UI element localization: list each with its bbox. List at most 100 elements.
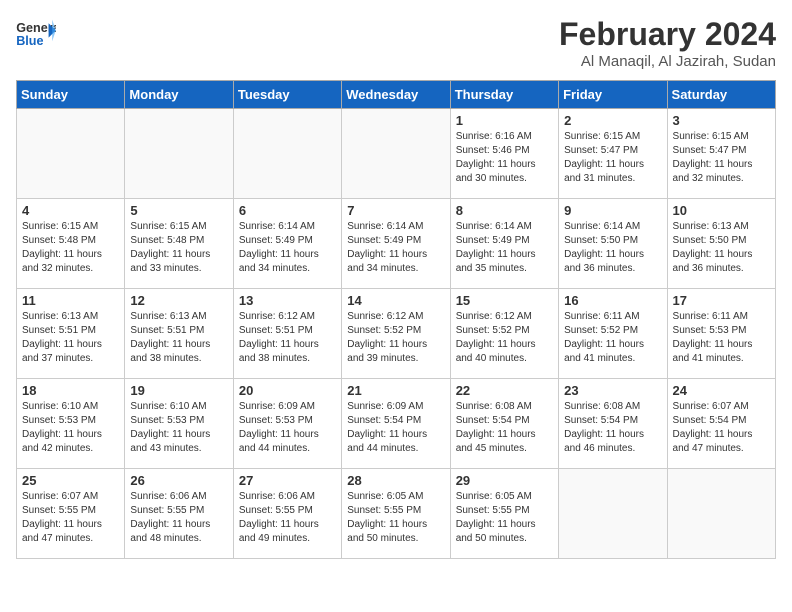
day-number: 14 xyxy=(347,293,444,308)
cell-info: Sunrise: 6:11 AM Sunset: 5:52 PM Dayligh… xyxy=(564,310,661,366)
day-number: 22 xyxy=(456,383,553,398)
day-number: 13 xyxy=(239,293,336,308)
calendar-cell: 3 Sunrise: 6:15 AM Sunset: 5:47 PM Daylig… xyxy=(667,109,775,199)
calendar-cell: 20 Sunrise: 6:09 AM Sunset: 5:53 PM Dayli… xyxy=(233,379,341,469)
calendar-cell: 13 Sunrise: 6:12 AM Sunset: 5:51 PM Dayli… xyxy=(233,289,341,379)
day-number: 2 xyxy=(564,113,661,128)
calendar-cell: 16 Sunrise: 6:11 AM Sunset: 5:52 PM Dayli… xyxy=(559,289,667,379)
day-number: 11 xyxy=(22,293,119,308)
day-number: 21 xyxy=(347,383,444,398)
cell-info: Sunrise: 6:14 AM Sunset: 5:49 PM Dayligh… xyxy=(347,220,444,276)
cell-info: Sunrise: 6:07 AM Sunset: 5:55 PM Dayligh… xyxy=(22,490,119,546)
calendar-cell: 14 Sunrise: 6:12 AM Sunset: 5:52 PM Dayli… xyxy=(342,289,450,379)
cell-info: Sunrise: 6:14 AM Sunset: 5:49 PM Dayligh… xyxy=(456,220,553,276)
cell-info: Sunrise: 6:07 AM Sunset: 5:54 PM Dayligh… xyxy=(673,400,770,456)
calendar-cell: 5 Sunrise: 6:15 AM Sunset: 5:48 PM Daylig… xyxy=(125,199,233,289)
calendar-cell: 11 Sunrise: 6:13 AM Sunset: 5:51 PM Dayli… xyxy=(17,289,125,379)
calendar-cell: 24 Sunrise: 6:07 AM Sunset: 5:54 PM Dayli… xyxy=(667,379,775,469)
day-number: 12 xyxy=(130,293,227,308)
logo: General Blue xyxy=(16,16,56,52)
day-header-wednesday: Wednesday xyxy=(342,81,450,109)
svg-text:Blue: Blue xyxy=(16,34,43,48)
location-subtitle: Al Manaqil, Al Jazirah, Sudan xyxy=(559,53,776,70)
week-row-4: 18 Sunrise: 6:10 AM Sunset: 5:53 PM Dayli… xyxy=(17,379,776,469)
calendar-cell: 7 Sunrise: 6:14 AM Sunset: 5:49 PM Daylig… xyxy=(342,199,450,289)
cell-info: Sunrise: 6:12 AM Sunset: 5:52 PM Dayligh… xyxy=(347,310,444,366)
cell-info: Sunrise: 6:10 AM Sunset: 5:53 PM Dayligh… xyxy=(22,400,119,456)
day-number: 6 xyxy=(239,203,336,218)
day-number: 7 xyxy=(347,203,444,218)
day-header-friday: Friday xyxy=(559,81,667,109)
calendar-table: SundayMondayTuesdayWednesdayThursdayFrid… xyxy=(16,80,776,559)
cell-info: Sunrise: 6:16 AM Sunset: 5:46 PM Dayligh… xyxy=(456,130,553,186)
calendar-cell: 6Sunrise: 6:14 AM Sunset: 5:49 PM Daylig… xyxy=(233,199,341,289)
calendar-cell: 21 Sunrise: 6:09 AM Sunset: 5:54 PM Dayli… xyxy=(342,379,450,469)
day-number: 18 xyxy=(22,383,119,398)
calendar-cell: 15 Sunrise: 6:12 AM Sunset: 5:52 PM Dayli… xyxy=(450,289,558,379)
day-number: 28 xyxy=(347,473,444,488)
day-number: 9 xyxy=(564,203,661,218)
cell-info: Sunrise: 6:10 AM Sunset: 5:53 PM Dayligh… xyxy=(130,400,227,456)
title-area: February 2024 Al Manaqil, Al Jazirah, Su… xyxy=(559,16,776,70)
cell-info: Sunrise: 6:08 AM Sunset: 5:54 PM Dayligh… xyxy=(564,400,661,456)
calendar-cell xyxy=(667,469,775,559)
calendar-cell: 26Sunrise: 6:06 AM Sunset: 5:55 PM Dayli… xyxy=(125,469,233,559)
day-number: 10 xyxy=(673,203,770,218)
cell-info: Sunrise: 6:15 AM Sunset: 5:48 PM Dayligh… xyxy=(22,220,119,276)
day-number: 24 xyxy=(673,383,770,398)
day-number: 27 xyxy=(239,473,336,488)
cell-info: Sunrise: 6:05 AM Sunset: 5:55 PM Dayligh… xyxy=(456,490,553,546)
cell-info: Sunrise: 6:06 AM Sunset: 5:55 PM Dayligh… xyxy=(239,490,336,546)
calendar-cell: 18 Sunrise: 6:10 AM Sunset: 5:53 PM Dayli… xyxy=(17,379,125,469)
cell-info: Sunrise: 6:13 AM Sunset: 5:50 PM Dayligh… xyxy=(673,220,770,276)
day-number: 16 xyxy=(564,293,661,308)
cell-info: Sunrise: 6:12 AM Sunset: 5:52 PM Dayligh… xyxy=(456,310,553,366)
calendar-cell: 12 Sunrise: 6:13 AM Sunset: 5:51 PM Dayli… xyxy=(125,289,233,379)
calendar-cell: 2 Sunrise: 6:15 AM Sunset: 5:47 PM Daylig… xyxy=(559,109,667,199)
day-number: 23 xyxy=(564,383,661,398)
day-number: 15 xyxy=(456,293,553,308)
day-header-monday: Monday xyxy=(125,81,233,109)
day-number: 5 xyxy=(130,203,227,218)
logo-icon: General Blue xyxy=(16,16,56,52)
cell-info: Sunrise: 6:12 AM Sunset: 5:51 PM Dayligh… xyxy=(239,310,336,366)
day-number: 20 xyxy=(239,383,336,398)
cell-info: Sunrise: 6:14 AM Sunset: 5:50 PM Dayligh… xyxy=(564,220,661,276)
day-number: 3 xyxy=(673,113,770,128)
day-number: 29 xyxy=(456,473,553,488)
cell-info: Sunrise: 6:13 AM Sunset: 5:51 PM Dayligh… xyxy=(22,310,119,366)
cell-info: Sunrise: 6:06 AM Sunset: 5:55 PM Dayligh… xyxy=(130,490,227,546)
week-row-5: 25 Sunrise: 6:07 AM Sunset: 5:55 PM Dayli… xyxy=(17,469,776,559)
calendar-cell: 22 Sunrise: 6:08 AM Sunset: 5:54 PM Dayli… xyxy=(450,379,558,469)
cell-info: Sunrise: 6:09 AM Sunset: 5:54 PM Dayligh… xyxy=(347,400,444,456)
calendar-header-row: SundayMondayTuesdayWednesdayThursdayFrid… xyxy=(17,81,776,109)
cell-info: Sunrise: 6:11 AM Sunset: 5:53 PM Dayligh… xyxy=(673,310,770,366)
calendar-cell xyxy=(125,109,233,199)
calendar-cell xyxy=(233,109,341,199)
cell-info: Sunrise: 6:13 AM Sunset: 5:51 PM Dayligh… xyxy=(130,310,227,366)
calendar-cell xyxy=(559,469,667,559)
day-number: 19 xyxy=(130,383,227,398)
calendar-cell: 19 Sunrise: 6:10 AM Sunset: 5:53 PM Dayli… xyxy=(125,379,233,469)
calendar-cell xyxy=(17,109,125,199)
calendar-cell: 29 Sunrise: 6:05 AM Sunset: 5:55 PM Dayli… xyxy=(450,469,558,559)
cell-info: Sunrise: 6:15 AM Sunset: 5:47 PM Dayligh… xyxy=(564,130,661,186)
week-row-1: 1 Sunrise: 6:16 AM Sunset: 5:46 PM Daylig… xyxy=(17,109,776,199)
cell-info: Sunrise: 6:15 AM Sunset: 5:48 PM Dayligh… xyxy=(130,220,227,276)
calendar-cell: 9 Sunrise: 6:14 AM Sunset: 5:50 PM Daylig… xyxy=(559,199,667,289)
day-number: 1 xyxy=(456,113,553,128)
calendar-cell: 28 Sunrise: 6:05 AM Sunset: 5:55 PM Dayli… xyxy=(342,469,450,559)
calendar-body: 1 Sunrise: 6:16 AM Sunset: 5:46 PM Daylig… xyxy=(17,109,776,559)
week-row-3: 11 Sunrise: 6:13 AM Sunset: 5:51 PM Dayli… xyxy=(17,289,776,379)
day-number: 25 xyxy=(22,473,119,488)
cell-info: Sunrise: 6:08 AM Sunset: 5:54 PM Dayligh… xyxy=(456,400,553,456)
cell-info: Sunrise: 6:09 AM Sunset: 5:53 PM Dayligh… xyxy=(239,400,336,456)
page-header: General Blue February 2024 Al Manaqil, A… xyxy=(16,16,776,70)
cell-info: Sunrise: 6:15 AM Sunset: 5:47 PM Dayligh… xyxy=(673,130,770,186)
day-header-sunday: Sunday xyxy=(17,81,125,109)
calendar-cell xyxy=(342,109,450,199)
cell-info: Sunrise: 6:05 AM Sunset: 5:55 PM Dayligh… xyxy=(347,490,444,546)
day-number: 17 xyxy=(673,293,770,308)
calendar-cell: 17 Sunrise: 6:11 AM Sunset: 5:53 PM Dayli… xyxy=(667,289,775,379)
calendar-cell: 23 Sunrise: 6:08 AM Sunset: 5:54 PM Dayli… xyxy=(559,379,667,469)
